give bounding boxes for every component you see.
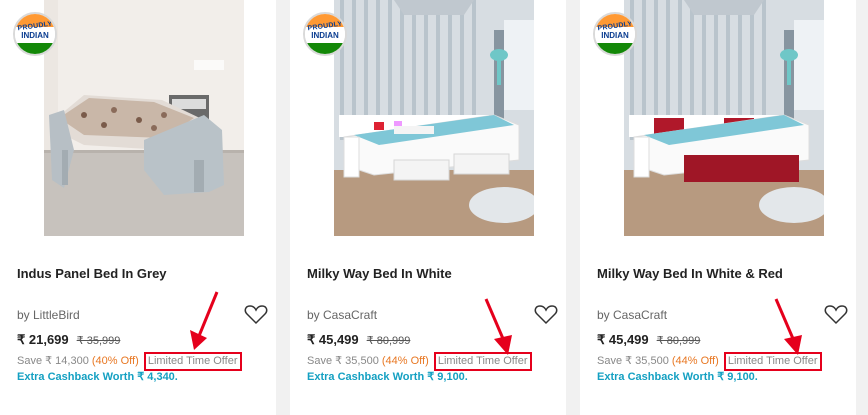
cashback-text: Extra Cashback Worth ₹ 9,100. — [597, 371, 758, 383]
product-card[interactable]: PROUDLY INDIAN — [0, 0, 276, 415]
price-row: ₹ 45,499 ₹ 80,999 — [307, 332, 410, 348]
discount-percent: (44% Off) — [671, 355, 719, 367]
heart-icon[interactable] — [534, 303, 558, 325]
sale-price: ₹ 21,699 — [17, 332, 69, 347]
annotation-arrow-icon — [484, 298, 512, 355]
product-card[interactable]: PROUDLY INDIAN — [290, 0, 566, 415]
product-brand[interactable]: by CasaCraft — [307, 308, 377, 322]
save-amount: Save ₹ 14,300 — [17, 355, 89, 367]
cashback-text: Extra Cashback Worth ₹ 9,100. — [307, 371, 468, 383]
proudly-indian-badge: PROUDLY INDIAN — [593, 12, 637, 56]
discount-percent: (44% Off) — [381, 355, 429, 367]
mrp-price: ₹ 80,999 — [366, 335, 411, 347]
discount-percent: (40% Off) — [91, 355, 139, 367]
save-amount: Save ₹ 35,500 — [597, 355, 669, 367]
product-grid: PROUDLY INDIAN Indus Panel Bed In Grey b… — [0, 0, 868, 415]
proudly-indian-badge: PROUDLY INDIAN — [13, 12, 57, 56]
product-image[interactable] — [334, 0, 534, 236]
product-brand[interactable]: by LittleBird — [17, 308, 80, 322]
cashback-text: Extra Cashback Worth ₹ 4,340. — [17, 371, 178, 383]
annotation-arrow-icon — [774, 298, 802, 355]
annotation-arrow-icon — [190, 291, 219, 350]
heart-icon[interactable] — [824, 303, 848, 325]
heart-icon[interactable] — [244, 303, 268, 325]
mrp-price: ₹ 80,999 — [656, 335, 701, 347]
limited-time-offer-label: Limited Time Offer — [143, 352, 242, 371]
product-brand[interactable]: by CasaCraft — [597, 308, 667, 322]
sale-price: ₹ 45,499 — [307, 332, 359, 347]
product-card[interactable]: PROUDLY INDIAN — [580, 0, 856, 415]
price-row: ₹ 45,499 ₹ 80,999 — [597, 332, 700, 348]
product-title[interactable]: Milky Way Bed In White & Red — [597, 266, 783, 281]
product-title[interactable]: Indus Panel Bed In Grey — [17, 266, 167, 281]
product-image[interactable] — [624, 0, 824, 236]
product-title[interactable]: Milky Way Bed In White — [307, 266, 452, 281]
mrp-price: ₹ 35,999 — [76, 335, 121, 347]
sale-price: ₹ 45,499 — [597, 332, 649, 347]
save-amount: Save ₹ 35,500 — [307, 355, 379, 367]
product-image[interactable] — [44, 0, 244, 236]
savings-row: Save ₹ 14,300 (40% Off) Limited Time Off… — [17, 352, 242, 371]
proudly-indian-badge: PROUDLY INDIAN — [303, 12, 347, 56]
price-row: ₹ 21,699 ₹ 35,999 — [17, 332, 120, 348]
